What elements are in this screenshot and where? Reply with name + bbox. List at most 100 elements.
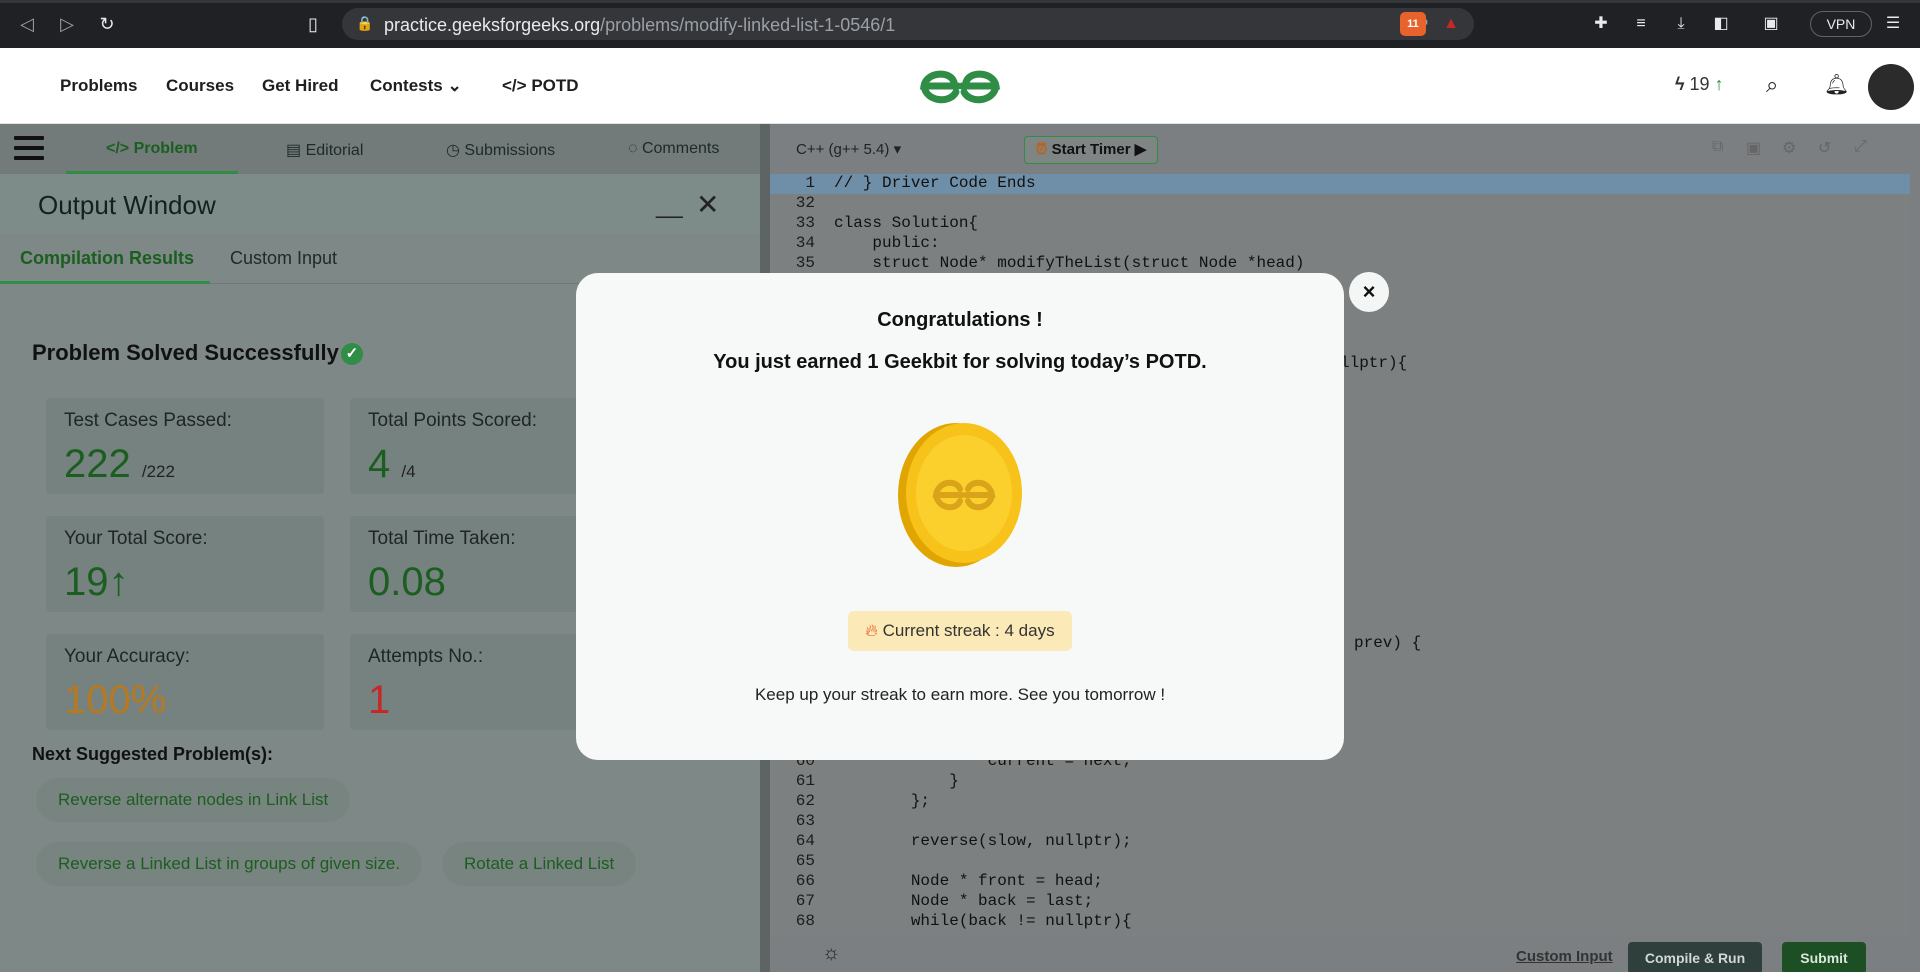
submit-button[interactable]: Submit [1782,942,1866,972]
bell-icon[interactable]: 🔔︎ [1824,72,1849,97]
line-number: 65 [795,852,815,870]
address-bar[interactable]: 🔒 practice.geeksforgeeks.org/problems/mo… [342,8,1474,40]
stat-card-test-cases: Test Cases Passed: 222 /222 [46,398,324,494]
code-icon: </> [502,76,527,95]
code-line: 62 }; [770,792,1910,812]
reload-icon[interactable]: ↻ [96,13,118,35]
suggested-problem[interactable]: Reverse a Linked List in groups of given… [36,842,423,886]
extensions-icon[interactable]: ✚ [1590,13,1612,35]
code-fragment: prev) { [1354,634,1422,652]
output-tab-underline [0,281,210,284]
tab-editorial[interactable]: ▤ Editorial [286,140,363,160]
stat-number: 4 [368,442,391,486]
search-icon[interactable]: ⌕ [1766,72,1778,98]
streak-counter[interactable]: ϟ 19 ↑ [1675,74,1724,95]
tab-editorial-label: Editorial [305,142,364,159]
stat-value: 222 /222 [64,442,175,487]
modal-title: Congratulations ! [877,309,1043,331]
brave-shields-icon[interactable]: 11 [1400,12,1426,36]
line-number: 1 [805,174,815,192]
language-select[interactable]: C++ (g++ 5.4) ▾ [796,140,901,158]
gfg-logo[interactable] [918,62,1002,110]
url-host: practice.geeksforgeeks.org [384,15,601,35]
check-circle-icon: ✓ [340,343,363,366]
browser-toolbar: ◁ ▷ ↻ ▯ 🔒 practice.geeksforgeeks.org/pro… [0,0,1920,48]
paste-icon[interactable]: ▣ [1746,138,1761,158]
back-icon[interactable]: ◁ [16,13,38,35]
fullscreen-icon[interactable]: ⤢ [1854,138,1867,156]
nav-problems[interactable]: Problems [60,76,137,96]
sidebar-icon[interactable]: ◧ [1710,13,1732,35]
nav-potd-label: POTD [531,76,579,95]
language-label: C++ (g++ 5.4) [796,141,890,158]
compile-run-button[interactable]: Compile & Run [1628,942,1762,972]
nav-contests[interactable]: Contests ⌄ [370,76,462,96]
brave-rewards-icon[interactable]: ▲ [1440,13,1462,35]
nav-potd[interactable]: </> POTD [502,76,579,96]
tab-submissions[interactable]: ◷ Submissions [446,140,555,160]
code-text: } [834,772,959,790]
tab-compilation-results[interactable]: Compilation Results [20,248,194,269]
suggested-problem[interactable]: Reverse alternate nodes in Link List [36,778,351,822]
editor-footer: ☼ Custom Input Compile & Run Submit [770,936,1920,972]
brave-badge: 11 [1407,18,1419,30]
bookmark-icon[interactable]: ▯ [302,13,324,35]
code-line: 61 } [770,772,1910,792]
minimize-icon[interactable]: __ [656,192,683,220]
geekbit-coin-icon [898,423,1022,567]
settings-icon[interactable]: ⚙ [1782,138,1796,158]
streak-text: Current streak : 4 days [882,621,1055,640]
wallet-icon[interactable]: ▣ [1760,13,1782,35]
tab-problem[interactable]: </> Problem [106,140,198,158]
start-timer-button[interactable]: ⏰︎ Start Timer ▶ [1024,136,1158,164]
download-icon[interactable]: ⤓ [1670,13,1692,35]
forward-icon[interactable]: ▷ [56,13,78,35]
line-number: 62 [795,792,815,810]
alarm-icon: ⏰︎ [1035,141,1048,158]
modal-close-button[interactable]: × [1349,272,1389,312]
congrats-modal: Congratulations ! You just earned 1 Geek… [576,273,1344,760]
arrow-up-icon: ↑ [1714,74,1724,94]
code-line: 33 class Solution{ [770,214,1910,234]
streak-badge: 🔥︎ Current streak : 4 days [848,611,1072,651]
suggested-problem[interactable]: Rotate a Linked List [442,842,637,886]
code-text: Node * front = head; [834,872,1103,890]
avatar[interactable] [1868,64,1914,110]
streak-count: 19 [1689,74,1710,94]
tab-problem-label: Problem [133,140,198,157]
code-line: 35 struct Node* modifyTheList(struct Nod… [770,254,1910,274]
stat-value: 0.08 [368,560,446,604]
stat-label: Your Accuracy: [64,646,191,667]
tab-custom-input[interactable]: Custom Input [230,248,337,269]
site-header: Problems Courses Get Hired Contests ⌄ </… [0,48,1920,124]
nav-courses[interactable]: Courses [166,76,234,96]
nav-get-hired[interactable]: Get Hired [262,76,339,96]
close-icon[interactable]: ✕ [696,188,719,221]
code-line: 67 Node * back = last; [770,892,1910,912]
code-line: 66 Node * front = head; [770,872,1910,892]
menu-icon[interactable]: ☰ [1882,13,1904,35]
fire-icon: 🔥︎ [865,621,878,640]
chevron-down-icon: ⌄ [447,76,462,95]
tab-comments[interactable]: ◌ Comments [628,140,719,158]
lightbulb-icon[interactable]: ☼ [822,942,840,965]
reset-icon[interactable]: ↺ [1818,138,1831,158]
stat-value: 100% [64,678,167,722]
modal-subtitle: You just earned 1 Geekbit for solving to… [713,351,1207,373]
stat-card-accuracy: Your Accuracy: 100% [46,634,324,730]
arrow-up-icon: ↑ [108,560,129,604]
solved-heading: Problem Solved Successfully ✓ [32,340,363,366]
line-number: 63 [795,812,815,830]
line-number: 66 [795,872,815,890]
custom-input-link[interactable]: Custom Input [1516,948,1613,965]
hamburger-icon[interactable] [14,136,44,160]
stat-label: Attempts No.: [368,646,484,667]
document-icon: ▤ [286,142,302,159]
code-text: Node * back = last; [834,892,1094,910]
playlist-icon[interactable]: ≡ [1630,13,1652,35]
vpn-button[interactable]: VPN [1810,11,1872,37]
copy-icon[interactable]: ⧉ [1712,138,1723,156]
stat-value: 1 [368,678,391,722]
code-text: // } Driver Code Ends [834,174,1036,192]
stat-label: Test Cases Passed: [64,410,232,431]
